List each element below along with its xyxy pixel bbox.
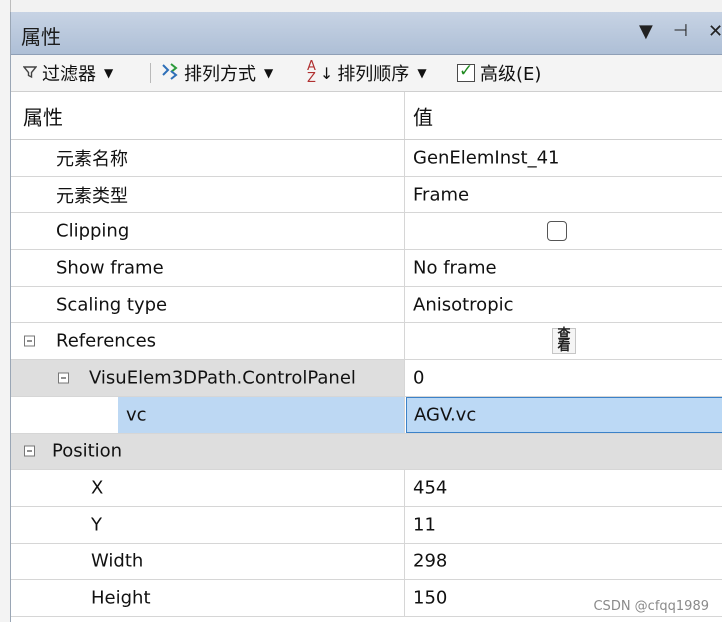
panel-titlebar: 属性 ▼ ⊣ ✕ bbox=[11, 12, 722, 55]
property-value[interactable]: 298 bbox=[413, 551, 447, 572]
filter-label: 过滤器 bbox=[42, 64, 96, 85]
sort-order-label: 排列顺序 bbox=[337, 64, 410, 85]
property-name: 元素名称 bbox=[56, 148, 128, 170]
collapse-icon[interactable] bbox=[58, 372, 69, 384]
property-name: Height bbox=[91, 587, 151, 609]
property-name: Width bbox=[91, 550, 144, 572]
property-row-width[interactable]: Width 298 bbox=[11, 543, 722, 581]
property-name: Position bbox=[52, 440, 123, 462]
property-row-clipping[interactable]: Clipping bbox=[11, 213, 722, 251]
property-name: References bbox=[56, 330, 157, 352]
property-row-show-frame[interactable]: Show frame No frame bbox=[11, 250, 722, 287]
sort-mode-label: 排列方式 bbox=[184, 64, 256, 85]
grid-header: 属性 值 bbox=[11, 92, 722, 140]
property-name: X bbox=[91, 477, 104, 499]
filter-button[interactable]: 过滤器 ▼ bbox=[22, 61, 114, 85]
selection-highlight bbox=[118, 396, 404, 433]
clipping-checkbox[interactable] bbox=[547, 221, 567, 242]
property-row-references[interactable]: References 查看 bbox=[11, 323, 722, 361]
advanced-checkbox[interactable] bbox=[457, 61, 475, 82]
property-value[interactable]: 11 bbox=[413, 514, 436, 535]
property-value-input[interactable]: AGV.vc bbox=[414, 404, 476, 425]
collapse-icon[interactable] bbox=[24, 445, 35, 457]
property-row-position[interactable]: Position bbox=[11, 433, 722, 471]
sort-arrow-icon: ↓ bbox=[319, 63, 334, 83]
property-name: 元素类型 bbox=[56, 185, 128, 207]
sort-order-caret-icon: ▼ bbox=[417, 66, 427, 80]
column-header-value: 值 bbox=[413, 105, 433, 129]
toolbar: 过滤器 ▼ 排列方式 ▼ A Z ↓ 排列顺序 ▼ 高级(E) bbox=[11, 55, 722, 92]
sort-mode-caret-icon: ▼ bbox=[264, 66, 274, 80]
close-icon[interactable]: ✕ bbox=[708, 21, 722, 42]
property-name: VisuElem3DPath.ControlPanel bbox=[89, 367, 356, 389]
property-value[interactable]: No frame bbox=[413, 257, 497, 278]
property-row-control-panel[interactable]: VisuElem3DPath.ControlPanel 0 bbox=[11, 360, 722, 397]
property-name: Clipping bbox=[56, 220, 130, 242]
advanced-label: 高级(E) bbox=[480, 64, 542, 85]
collapse-icon[interactable] bbox=[24, 335, 35, 347]
property-row-x[interactable]: X 454 bbox=[11, 470, 722, 507]
filter-caret-icon: ▼ bbox=[104, 66, 114, 80]
property-name: Scaling type bbox=[56, 294, 168, 316]
property-value[interactable]: GenElemInst_41 bbox=[413, 147, 559, 168]
watermark: CSDN @cfqq1989 bbox=[593, 599, 709, 614]
panel-menu-dropdown-icon[interactable]: ▼ bbox=[639, 21, 653, 42]
pin-icon[interactable]: ⊣ bbox=[673, 21, 688, 41]
advanced-toggle[interactable]: 高级(E) bbox=[457, 61, 541, 85]
properties-panel: 属性 ▼ ⊣ ✕ 过滤器 ▼ 排列方式 ▼ A Z ↓ 排列顺序 ▼ ✓ 高级(… bbox=[10, 12, 722, 622]
property-row-y[interactable]: Y 11 bbox=[11, 506, 722, 544]
toolbar-separator bbox=[150, 63, 151, 83]
property-row-vc[interactable]: vc AGV.vc bbox=[11, 396, 722, 434]
property-value[interactable]: Anisotropic bbox=[413, 294, 514, 315]
sort-mode-button[interactable]: 排列方式 ▼ bbox=[161, 61, 273, 85]
property-grid: 属性 值 元素名称 GenElemInst_41 元素类型 Frame Clip… bbox=[11, 92, 722, 617]
outer-frame-top bbox=[0, 0, 722, 12]
property-row-element-type[interactable]: 元素类型 Frame bbox=[11, 176, 722, 214]
panel-title: 属性 bbox=[21, 25, 61, 49]
sort-mode-icon bbox=[161, 62, 179, 84]
sort-az-icon: A Z bbox=[307, 59, 316, 86]
property-name: vc bbox=[126, 404, 147, 426]
filter-icon bbox=[22, 64, 38, 83]
property-value[interactable]: 454 bbox=[413, 478, 447, 499]
property-value[interactable]: 150 bbox=[413, 588, 447, 609]
property-row-scaling-type[interactable]: Scaling type Anisotropic bbox=[11, 286, 722, 324]
property-value[interactable]: 0 bbox=[413, 367, 424, 388]
references-edit-button[interactable]: 查看 bbox=[552, 328, 576, 355]
sort-order-button[interactable]: A Z ↓ 排列顺序 ▼ bbox=[307, 59, 427, 86]
column-header-name: 属性 bbox=[23, 105, 63, 129]
property-row-element-name[interactable]: 元素名称 GenElemInst_41 bbox=[11, 140, 722, 177]
property-name: Show frame bbox=[56, 257, 164, 279]
property-name: Y bbox=[91, 514, 102, 536]
property-value[interactable]: Frame bbox=[413, 184, 469, 205]
